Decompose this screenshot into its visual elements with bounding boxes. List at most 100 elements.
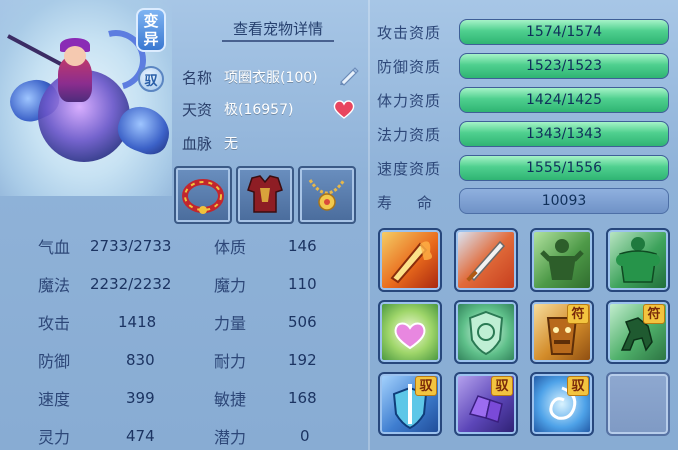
attr-value: 1555/1556 bbox=[526, 160, 602, 176]
attr-value: 1523/1523 bbox=[526, 58, 602, 74]
skill-slot[interactable]: 驭 bbox=[530, 372, 594, 436]
stat-label: 潜力 bbox=[214, 428, 247, 447]
pet-bloodline-row: 血脉 无 bbox=[182, 132, 238, 154]
equip-slot-2[interactable] bbox=[236, 166, 294, 224]
attr-row: 防御资质 1523/1523 bbox=[377, 52, 669, 80]
shield-swirl-icon bbox=[468, 310, 504, 356]
attr-bar: 1523/1523 bbox=[459, 53, 669, 79]
attr-value: 1343/1343 bbox=[526, 126, 602, 142]
skill-tag: 驭 bbox=[567, 376, 589, 396]
stat-label: 防御 bbox=[38, 352, 71, 371]
skill-tag: 符 bbox=[643, 304, 665, 324]
pet-detail-panel: 变 异 驭 查看宠物详情 名称 项圈衣服(100) 天资 极(16957) 血脉… bbox=[0, 0, 678, 450]
skill-slot[interactable] bbox=[378, 228, 442, 292]
stat-value: 192 bbox=[288, 351, 317, 369]
stat-label: 魔法 bbox=[38, 276, 71, 295]
life-value: 10093 bbox=[459, 188, 669, 214]
equip-slot-3[interactable] bbox=[298, 166, 356, 224]
pet-bloodline-value: 无 bbox=[224, 136, 238, 152]
stat-label: 气血 bbox=[38, 238, 71, 257]
tame-badge[interactable]: 驭 bbox=[138, 66, 164, 92]
pet-bloodline-label: 血脉 bbox=[182, 134, 213, 153]
skill-slot[interactable] bbox=[454, 300, 518, 364]
stat-value: 0 bbox=[300, 427, 310, 445]
stat-row: 速度 399 bbox=[38, 384, 155, 412]
stat-label: 力量 bbox=[214, 314, 247, 333]
pet-talent-label: 天资 bbox=[182, 100, 213, 119]
skill-slot[interactable]: 驭 bbox=[378, 372, 442, 436]
stat-value: 399 bbox=[126, 389, 155, 407]
pet-talent-value: 极(16957) bbox=[224, 102, 294, 118]
stat-row: 气血 2733/2733 bbox=[38, 232, 171, 260]
stat-row: 魔法 2232/2232 bbox=[38, 270, 171, 298]
stat-row: 耐力 192 bbox=[214, 346, 317, 374]
pet-name-row: 名称 项圈衣服(100) bbox=[182, 66, 318, 88]
skill-tag: 驭 bbox=[415, 376, 437, 396]
stat-row: 潜力 0 bbox=[214, 422, 310, 450]
attr-label: 速度资质 bbox=[377, 159, 442, 178]
skill-slot[interactable] bbox=[378, 300, 442, 364]
stat-value: 146 bbox=[288, 237, 317, 255]
attr-bar: 1574/1574 bbox=[459, 19, 669, 45]
attr-row: 攻击资质 1574/1574 bbox=[377, 18, 669, 46]
pet-name-label: 名称 bbox=[182, 68, 213, 87]
attr-label: 防御资质 bbox=[377, 57, 442, 76]
skill-slot[interactable] bbox=[530, 228, 594, 292]
attr-bar: 1343/1343 bbox=[459, 121, 669, 147]
skill-tag: 符 bbox=[567, 304, 589, 324]
skill-slot[interactable]: 符 bbox=[606, 300, 670, 364]
attr-label: 法力资质 bbox=[377, 125, 442, 144]
pet-name-value: 项圈衣服(100) bbox=[224, 70, 318, 86]
stat-value: 2733/2733 bbox=[90, 237, 172, 255]
view-pet-details-link[interactable]: 查看宠物详情 bbox=[222, 18, 334, 42]
stat-label: 敏捷 bbox=[214, 390, 247, 409]
slashing-sword-icon bbox=[466, 240, 506, 282]
stat-value: 2232/2232 bbox=[90, 275, 172, 293]
stat-label: 灵力 bbox=[38, 428, 71, 447]
empty-skill-slot[interactable] bbox=[606, 372, 670, 436]
stat-value: 506 bbox=[288, 313, 317, 331]
skill-tag: 驭 bbox=[491, 376, 513, 396]
skill-slot[interactable] bbox=[606, 228, 670, 292]
stat-row: 敏捷 168 bbox=[214, 384, 317, 412]
pet-head bbox=[64, 46, 86, 66]
stat-row: 攻击 1418 bbox=[38, 308, 156, 336]
life-label-1: 寿 bbox=[377, 193, 394, 212]
mutant-badge-bottom: 异 bbox=[143, 30, 159, 48]
stat-row: 魔力 110 bbox=[214, 270, 317, 298]
attr-value: 1574/1574 bbox=[526, 24, 602, 40]
stat-value: 474 bbox=[126, 427, 155, 445]
skill-slot[interactable] bbox=[454, 228, 518, 292]
stat-label: 耐力 bbox=[214, 352, 247, 371]
attr-bar: 1424/1425 bbox=[459, 87, 669, 113]
attr-row: 法力资质 1343/1343 bbox=[377, 120, 669, 148]
attr-label: 体力资质 bbox=[377, 91, 442, 110]
heart-icon[interactable] bbox=[332, 98, 356, 120]
ring-collar-icon bbox=[182, 179, 224, 214]
mutant-badge-top: 变 bbox=[143, 12, 159, 30]
muscle-giant-icon bbox=[616, 237, 660, 283]
attr-label: 攻击资质 bbox=[377, 23, 442, 42]
stat-label: 体质 bbox=[214, 238, 247, 257]
stat-label: 攻击 bbox=[38, 314, 71, 333]
stat-row: 灵力 474 bbox=[38, 422, 155, 450]
life-label-2: 命 bbox=[417, 193, 434, 212]
stat-row: 力量 506 bbox=[214, 308, 317, 336]
stat-value: 168 bbox=[288, 389, 317, 407]
heart-crystal-icon bbox=[394, 322, 426, 350]
stat-row: 防御 830 bbox=[38, 346, 155, 374]
edit-name-icon[interactable] bbox=[338, 66, 360, 86]
stat-value: 110 bbox=[288, 275, 317, 293]
attr-row: 速度资质 1555/1556 bbox=[377, 154, 669, 182]
stat-label: 魔力 bbox=[214, 276, 247, 295]
pet-talent-row: 天资 极(16957) bbox=[182, 98, 293, 120]
equip-slot-1[interactable] bbox=[174, 166, 232, 224]
stat-value: 1418 bbox=[118, 313, 157, 331]
green-warrior-icon bbox=[540, 239, 584, 280]
stat-label: 速度 bbox=[38, 390, 71, 409]
skill-slot[interactable]: 驭 bbox=[454, 372, 518, 436]
stat-row: 体质 146 bbox=[214, 232, 317, 260]
mutant-badge: 变 异 bbox=[136, 8, 166, 52]
panel-divider bbox=[368, 0, 370, 450]
skill-slot[interactable]: 符 bbox=[530, 300, 594, 364]
